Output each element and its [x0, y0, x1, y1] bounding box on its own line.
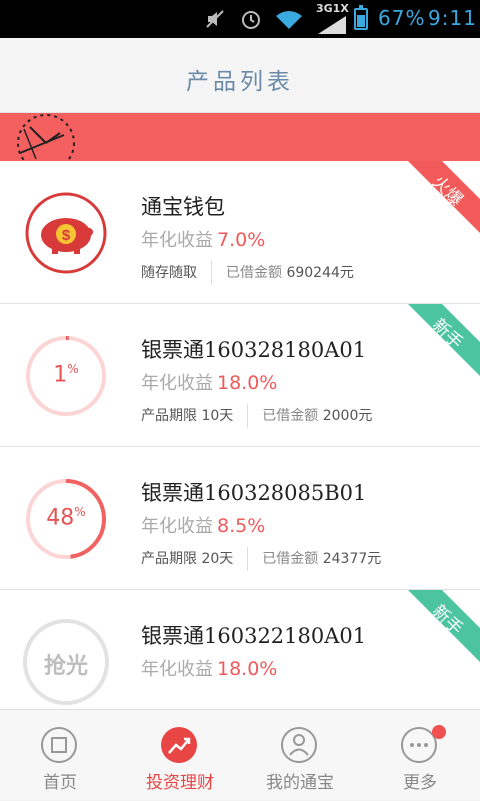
tab-more[interactable]: 更多: [360, 710, 480, 801]
status-bar: 3G1X 67% 9:11: [0, 0, 480, 38]
tab-label: 首页: [43, 773, 77, 793]
tab-label: 投资理财: [146, 773, 214, 793]
product-name: 通宝钱包: [141, 195, 225, 219]
piggy-bank-icon: $: [25, 192, 107, 274]
product-name: 银票通160328180A01: [141, 338, 367, 362]
progress-ring: 1%: [24, 334, 108, 418]
product-term: 产品期限 20天: [141, 551, 234, 567]
rate-value: 18.0%: [217, 658, 278, 680]
battery-level: 67%: [378, 6, 426, 30]
amount-label: 已借金额: [262, 408, 319, 424]
page-title: 产品列表: [186, 69, 294, 95]
progress-ring: 48%: [24, 477, 108, 561]
title-bar: 产品列表: [0, 38, 480, 113]
clock: 9:11: [428, 6, 477, 30]
amount-value: 2000元: [322, 408, 373, 424]
product-card[interactable]: 抢光 银票通160322180A01 年化收益 18.0% 新手: [0, 590, 480, 709]
product-list: $ 通宝钱包 年化收益 7.0% 随存随取 已借金额 690244元 火爆 1% 银…: [0, 161, 480, 709]
rate-value: 18.0%: [217, 372, 278, 394]
rate-label: 年化收益: [141, 516, 213, 537]
rate-label: 年化收益: [141, 230, 213, 251]
product-rate: 年化收益 7.0%: [141, 226, 265, 252]
signal-icon: [318, 16, 346, 34]
svg-text:$: $: [62, 227, 71, 244]
hot-badge: 火爆: [408, 161, 480, 233]
home-square-icon: [41, 727, 77, 763]
sold-out-seal: 抢光: [22, 618, 110, 706]
alarm-icon: [242, 11, 260, 29]
amount-label: 已借金额: [262, 551, 319, 567]
wifi-icon: [276, 11, 302, 29]
bottom-tab-bar: 首页 投资理财 我的通宝 更多: [0, 709, 480, 800]
mute-icon: [206, 10, 224, 28]
tab-home[interactable]: 首页: [0, 710, 120, 801]
battery-icon: [354, 5, 368, 30]
rate-value: 8.5%: [217, 515, 266, 537]
progress-unit: %: [74, 505, 86, 519]
product-card[interactable]: 48% 银票通160328085B01 年化收益 8.5% 产品期限 20天 已借金…: [0, 447, 480, 590]
notification-dot: [432, 725, 446, 739]
progress-unit: %: [67, 362, 79, 376]
tab-invest[interactable]: 投资理财: [120, 710, 240, 801]
amount-value: 24377元: [322, 551, 382, 567]
product-term: 产品期限 10天: [141, 408, 234, 424]
product-card[interactable]: 1% 银票通160328180A01 年化收益 18.0% 产品期限 10天 已借金…: [0, 304, 480, 447]
promo-banner[interactable]: [0, 113, 480, 161]
clock-sketch-icon: [17, 114, 75, 161]
rate-label: 年化收益: [141, 659, 213, 680]
product-name: 银票通160328085B01: [141, 481, 367, 505]
amount-value: 690244元: [286, 265, 354, 281]
product-meta: 随存随取 已借金额 690244元: [141, 261, 354, 285]
product-name: 银票通160322180A01: [141, 624, 367, 648]
product-meta: 产品期限 20天 已借金额 24377元: [141, 547, 382, 571]
rate-label: 年化收益: [141, 373, 213, 394]
tab-my-account[interactable]: 我的通宝: [240, 710, 360, 801]
tab-label: 我的通宝: [266, 773, 334, 793]
product-rate: 年化收益 8.5%: [141, 512, 265, 538]
new-user-badge: 新手: [408, 304, 480, 376]
product-rate: 年化收益 18.0%: [141, 655, 277, 681]
product-term: 随存随取: [141, 265, 197, 281]
progress-value: 48: [46, 505, 75, 531]
amount-label: 已借金额: [226, 265, 282, 281]
sold-out-label: 抢光: [43, 654, 88, 679]
new-user-badge: 新手: [408, 590, 480, 662]
trend-chart-icon: [161, 727, 197, 763]
product-rate: 年化收益 18.0%: [141, 369, 277, 395]
product-meta: 产品期限 10天 已借金额 2000元: [141, 404, 373, 428]
user-icon: [281, 727, 317, 763]
rate-value: 7.0%: [217, 229, 266, 251]
progress-value: 1: [53, 362, 68, 388]
tab-label: 更多: [403, 773, 437, 793]
product-card[interactable]: $ 通宝钱包 年化收益 7.0% 随存随取 已借金额 690244元 火爆: [0, 161, 480, 304]
